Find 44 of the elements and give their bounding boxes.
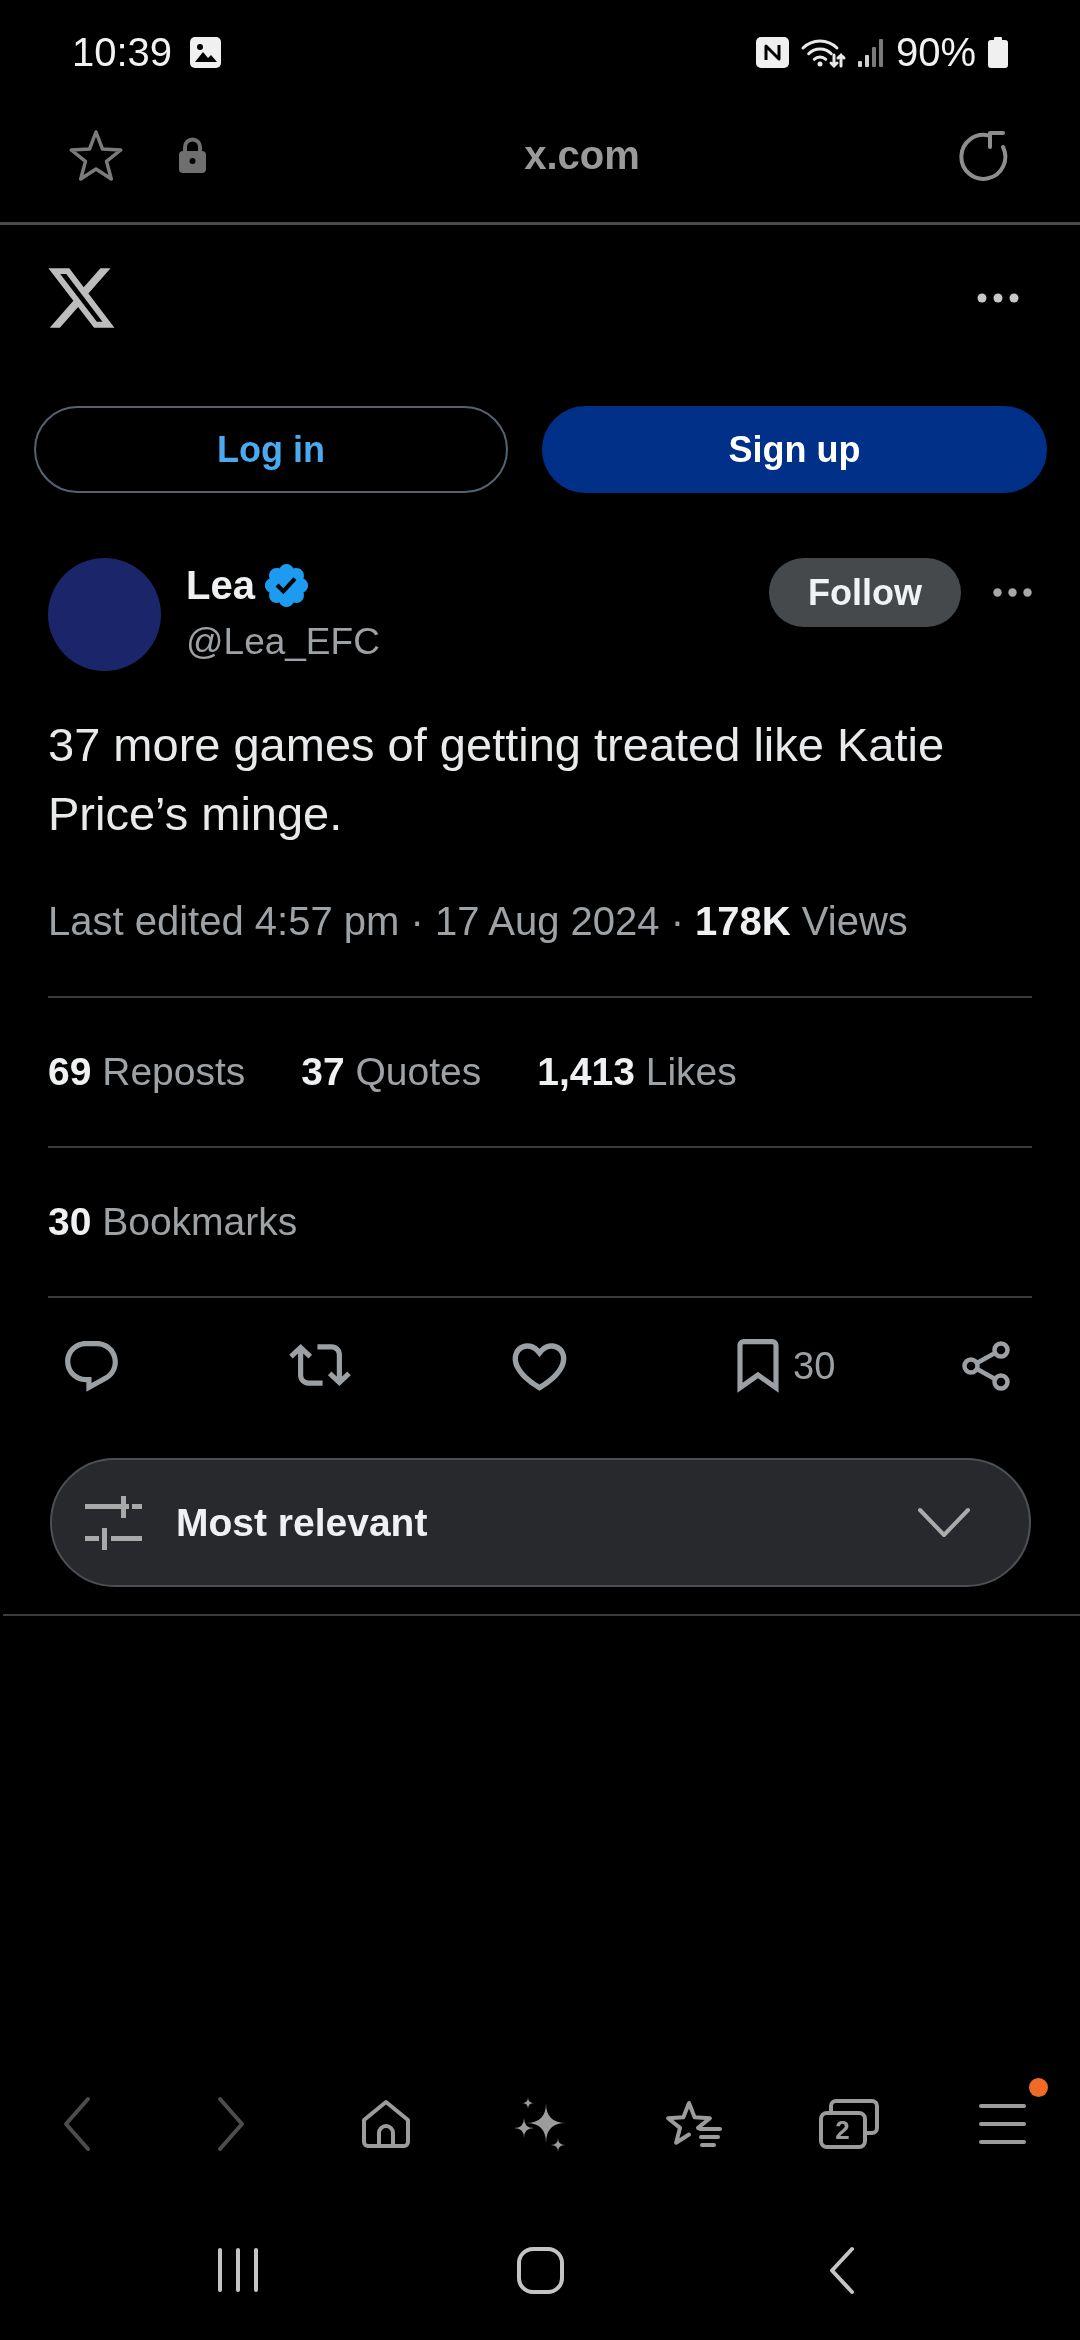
nfc-icon (755, 36, 789, 68)
sign-up-button[interactable]: Sign up (542, 406, 1047, 493)
signal-icon (856, 36, 885, 68)
star-icon[interactable] (67, 127, 125, 183)
wifi-icon (799, 36, 846, 68)
x-logo-icon[interactable] (48, 268, 114, 328)
menu-icon[interactable] (979, 2103, 1027, 2145)
sliders-icon (85, 1495, 142, 1550)
stat-link[interactable]: 69 Reposts (48, 1048, 246, 1096)
url-text[interactable]: x.com (524, 131, 640, 179)
recent-apps-icon[interactable] (217, 2247, 259, 2293)
image-icon (190, 36, 222, 68)
share-button[interactable] (961, 1341, 1011, 1391)
log-in-button[interactable]: Log in (34, 406, 509, 493)
stat-link[interactable]: 37 Quotes (301, 1048, 482, 1096)
like-button[interactable] (513, 1342, 566, 1390)
home-icon[interactable] (359, 2098, 412, 2150)
star-list-icon[interactable] (666, 2098, 723, 2150)
stat-link[interactable]: 1,413 Likes (537, 1048, 737, 1096)
back-icon[interactable] (829, 2246, 855, 2294)
speech-bubble-icon (65, 1339, 118, 1393)
battery-percent: 90% (895, 29, 976, 75)
reply-button[interactable] (65, 1339, 118, 1393)
chevron-down-icon (918, 1507, 970, 1538)
bookmark-button[interactable]: 30 (737, 1339, 836, 1393)
more-icon[interactable] (977, 293, 1019, 303)
more-icon[interactable] (993, 588, 1032, 597)
post-text: 37 more games of getting treated like Katie Price’s minge. (48, 717, 946, 842)
home-button-icon[interactable] (516, 2246, 564, 2294)
stat-link[interactable]: 30 Bookmarks (48, 1198, 298, 1246)
follow-button[interactable]: Follow (769, 558, 961, 627)
bookmark-icon (737, 1339, 779, 1393)
author-handle[interactable]: @Lea_EFC (186, 618, 380, 666)
author-name[interactable]: Lea (186, 561, 255, 609)
tabs-button[interactable]: 2 (818, 2099, 879, 2149)
share-icon (961, 1341, 1011, 1391)
reload-icon[interactable] (957, 129, 1010, 181)
battery-icon (987, 36, 1009, 68)
status-time: 10:39 (72, 29, 173, 75)
heart-icon (513, 1342, 566, 1390)
post-meta: Last edited 4:57 pm · 17 Aug 2024 · 178K Views (48, 898, 908, 945)
tabs-icon (818, 2099, 879, 2149)
lock-icon (178, 137, 207, 173)
sort-dropdown[interactable]: Most relevant (50, 1458, 1031, 1587)
